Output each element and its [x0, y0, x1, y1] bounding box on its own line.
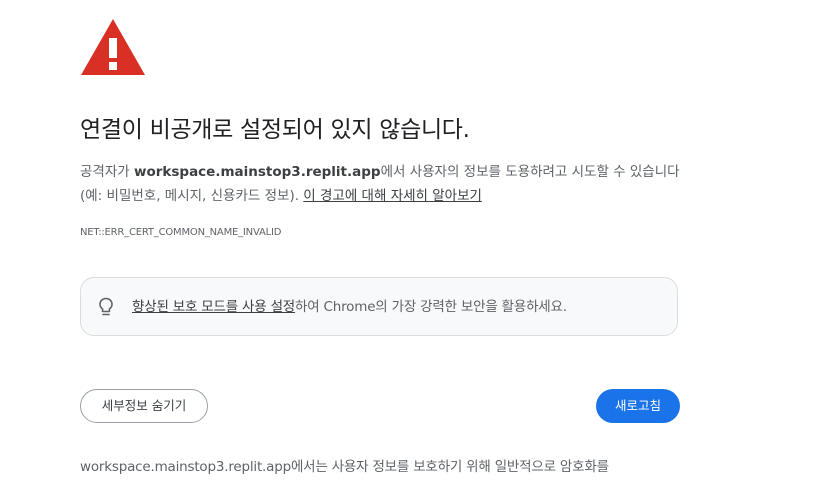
warning-triangle-icon — [81, 19, 145, 75]
enhanced-protection-banner: 향상된 보호 모드를 사용 설정하여 Chrome의 가장 강력한 보안을 활용… — [80, 277, 678, 336]
error-description: 공격자가 workspace.mainstop3.replit.app에서 사용… — [80, 160, 685, 208]
error-code: NET::ERR_CERT_COMMON_NAME_INVALID — [80, 227, 282, 238]
hostname: workspace.mainstop3.replit.app — [133, 164, 381, 180]
learn-more-link[interactable]: 이 경고에 대해 자세히 알아보기 — [303, 188, 482, 204]
enhanced-protection-text: 향상된 보호 모드를 사용 설정하여 Chrome의 가장 강력한 보안을 활용… — [132, 297, 567, 317]
enhanced-protection-suffix: 하여 Chrome의 가장 강력한 보안을 활용하세요. — [295, 299, 567, 315]
interstitial-page: 연결이 비공개로 설정되어 있지 않습니다. 공격자가 workspace.ma… — [0, 0, 831, 480]
details-text: workspace.mainstop3.replit.app에서는 사용자 정보… — [80, 459, 609, 475]
enable-enhanced-protection-link[interactable]: 향상된 보호 모드를 사용 설정 — [132, 299, 295, 315]
hide-details-button[interactable]: 세부정보 숨기기 — [80, 389, 208, 423]
page-title: 연결이 비공개로 설정되어 있지 않습니다. — [80, 117, 470, 143]
description-prefix: 공격자가 — [80, 164, 134, 180]
reload-button[interactable]: 새로고침 — [596, 389, 680, 423]
lightbulb-icon — [99, 297, 113, 316]
